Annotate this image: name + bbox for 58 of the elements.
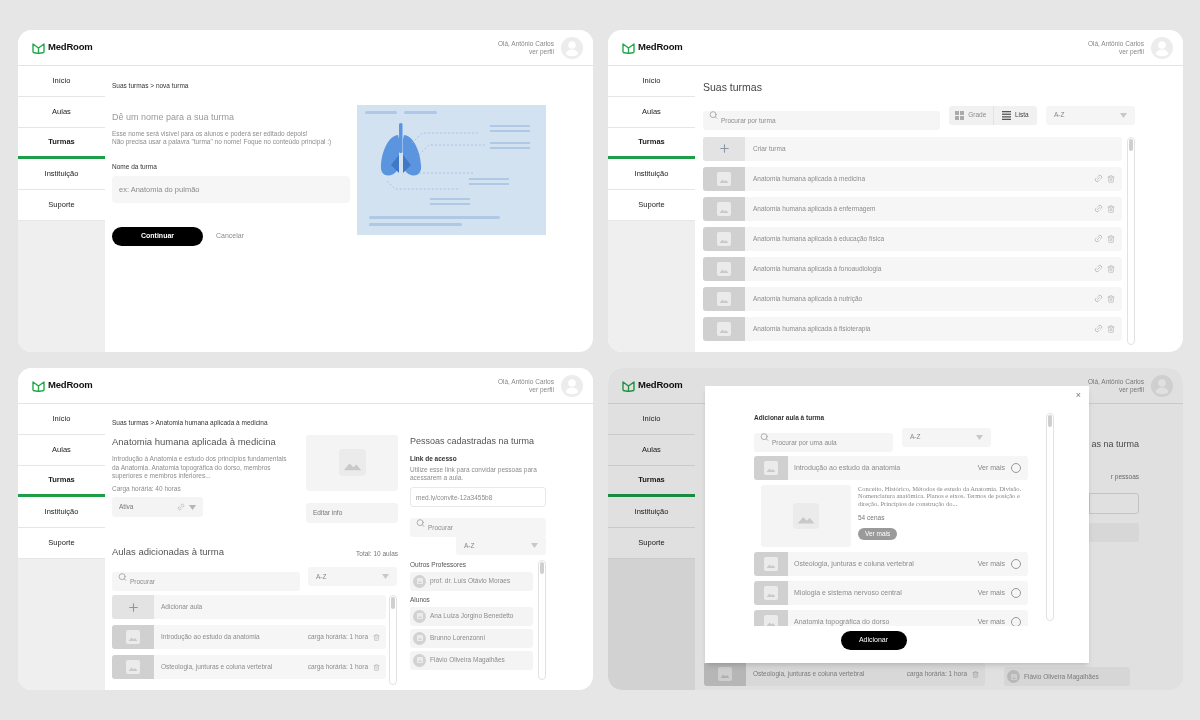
- image-icon: [416, 578, 423, 585]
- page-title: Suas turmas: [703, 80, 763, 95]
- caret-down-icon[interactable]: [382, 574, 389, 579]
- image-icon: [126, 630, 140, 644]
- section-heading: Dê um nome para a sua turma: [112, 110, 236, 124]
- link-icon: [175, 501, 187, 513]
- brand-name: MedRoom: [638, 40, 683, 55]
- list-view-icon: [1001, 110, 1011, 120]
- caret-down-icon[interactable]: [976, 434, 983, 440]
- logo-icon: [622, 41, 635, 54]
- trash-icon[interactable]: [1107, 204, 1115, 213]
- image-icon: [416, 657, 423, 663]
- image-icon: [717, 201, 731, 216]
- plus-icon: [717, 142, 731, 156]
- image-icon: [764, 556, 778, 571]
- search-icon: [416, 518, 425, 527]
- trash-icon[interactable]: [1107, 294, 1115, 303]
- logo-icon: [32, 41, 45, 54]
- image-icon: [764, 614, 778, 626]
- class-title: Anatomia humana aplicada à medicina: [112, 434, 277, 449]
- image-icon: [717, 171, 731, 186]
- grid-view-icon: [955, 110, 965, 120]
- image-icon: [416, 635, 423, 641]
- caret-down-icon[interactable]: [189, 504, 196, 510]
- image-icon: [717, 321, 731, 336]
- image-icon: [793, 502, 819, 529]
- image-icon: [338, 449, 366, 477]
- trash-icon[interactable]: [1107, 174, 1115, 183]
- search-field[interactable]: [1089, 523, 1139, 543]
- image-icon: [717, 231, 731, 246]
- caret-down-icon[interactable]: [531, 543, 538, 548]
- search-icon: [760, 432, 769, 442]
- brand-name: MedRoom: [48, 378, 93, 393]
- image-icon: [416, 613, 423, 619]
- image-icon: [764, 585, 778, 600]
- plus-icon: [126, 600, 140, 614]
- search-icon: [118, 572, 127, 581]
- close-button[interactable]: ×: [1075, 391, 1081, 400]
- trash-icon[interactable]: [1107, 324, 1115, 333]
- logo-icon: [32, 379, 45, 392]
- brand-name: MedRoom: [638, 378, 683, 393]
- logo-icon: [622, 379, 635, 392]
- image-icon: [717, 291, 731, 306]
- trash-icon[interactable]: [373, 663, 380, 671]
- search-icon: [709, 110, 718, 120]
- section-title: Aulas adicionadas à turma: [112, 544, 224, 559]
- image-icon: [126, 660, 140, 674]
- section-title-fragment: as na turma: [1091, 438, 1139, 451]
- trash-icon[interactable]: [1107, 234, 1115, 243]
- image-icon: [717, 261, 731, 276]
- trash-icon[interactable]: [972, 670, 979, 678]
- brand-name: MedRoom: [48, 40, 93, 55]
- caret-down-icon[interactable]: [1120, 112, 1127, 118]
- image-icon: [718, 667, 732, 681]
- trash-icon[interactable]: [373, 633, 380, 641]
- section-title: Pessoas cadastradas na turma: [410, 434, 536, 448]
- trash-icon[interactable]: [1107, 264, 1115, 273]
- image-icon: [764, 460, 778, 475]
